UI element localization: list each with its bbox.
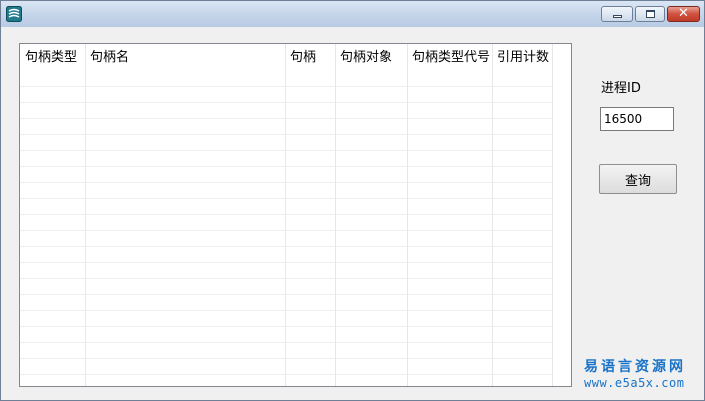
table-row[interactable] xyxy=(20,247,552,263)
watermark-title: 易语言资源网 xyxy=(584,359,686,375)
table-row[interactable] xyxy=(20,311,552,327)
column-separator xyxy=(552,44,553,386)
table-row[interactable] xyxy=(20,183,552,199)
table-row[interactable] xyxy=(20,231,552,247)
minimize-icon xyxy=(613,15,622,18)
maximize-icon xyxy=(646,10,655,18)
maximize-button[interactable] xyxy=(635,6,665,22)
table-row[interactable] xyxy=(20,151,552,167)
table-row[interactable] xyxy=(20,295,552,311)
table-row[interactable] xyxy=(20,71,552,87)
handle-list-view[interactable]: 句柄类型 句柄名 句柄 句柄对象 句柄类型代号 引用计数 xyxy=(19,43,572,387)
column-header-handle[interactable]: 句柄 xyxy=(285,44,335,71)
main-window: ✕ 句柄类型 句柄名 句柄 句柄对象 句柄类型代号 引用计数 进程ID 查询 易… xyxy=(0,0,705,401)
table-row[interactable] xyxy=(20,359,552,375)
table-row[interactable] xyxy=(20,135,552,151)
table-row[interactable] xyxy=(20,199,552,215)
column-header-handle-object[interactable]: 句柄对象 xyxy=(335,44,407,71)
table-row[interactable] xyxy=(20,167,552,183)
column-header-ref-count[interactable]: 引用计数 xyxy=(492,44,552,71)
watermark-url: www.e5a5x.com xyxy=(584,376,685,390)
table-row[interactable] xyxy=(20,279,552,295)
query-button[interactable]: 查询 xyxy=(599,164,677,194)
table-row[interactable] xyxy=(20,215,552,231)
table-row[interactable] xyxy=(20,87,552,103)
app-icon xyxy=(6,6,22,22)
minimize-button[interactable] xyxy=(601,6,633,22)
close-button[interactable]: ✕ xyxy=(667,6,700,22)
column-header-handle-type[interactable]: 句柄类型 xyxy=(20,44,85,71)
table-row[interactable] xyxy=(20,103,552,119)
watermark: 易语言资源网 www.e5a5x.com xyxy=(584,359,704,390)
close-icon: ✕ xyxy=(678,6,689,21)
table-row[interactable] xyxy=(20,119,552,135)
table-row[interactable] xyxy=(20,327,552,343)
table-row[interactable] xyxy=(20,343,552,359)
table-row[interactable] xyxy=(20,263,552,279)
pid-label: 进程ID xyxy=(601,81,641,96)
table-row[interactable] xyxy=(20,375,552,386)
list-header: 句柄类型 句柄名 句柄 句柄对象 句柄类型代号 引用计数 xyxy=(20,44,571,71)
column-header-handle-name[interactable]: 句柄名 xyxy=(85,44,285,71)
title-bar[interactable]: ✕ xyxy=(1,1,704,27)
column-header-handle-type-code[interactable]: 句柄类型代号 xyxy=(407,44,492,71)
pid-input[interactable] xyxy=(600,107,674,131)
